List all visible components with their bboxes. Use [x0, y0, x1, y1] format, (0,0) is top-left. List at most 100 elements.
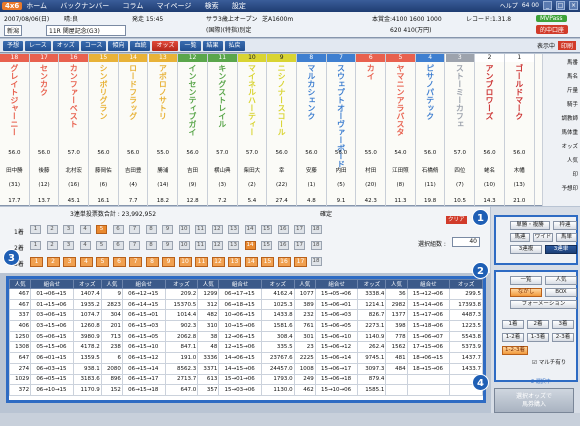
results-header[interactable]: 人気 [293, 279, 316, 289]
results-header[interactable]: オッズ [449, 279, 483, 289]
table-row[interactable]: 647 06→01→15 1359.5 6 06→15→12 191.0 3336 14→06… [8, 352, 483, 364]
selector-1-16[interactable]: 16 [277, 225, 289, 234]
axis-3rd[interactable]: 3着 [552, 320, 574, 329]
axis-1-2-3[interactable]: 1-2-3着 [502, 346, 528, 355]
selector-3-17[interactable]: 17 [294, 257, 307, 267]
selector-2-3[interactable]: 3 [63, 241, 74, 250]
horse-name[interactable]: シンボリグラン [98, 64, 109, 120]
results-header[interactable]: 組合せ [406, 279, 451, 289]
tool-button-race[interactable]: レース [25, 40, 51, 51]
selector-3-1[interactable]: 1 [30, 257, 43, 267]
selector-3-18[interactable]: 18 [310, 257, 322, 266]
table-row[interactable]: 1029 06→05→15 3183.6 896 06→15→17 2713.7 613 15… [8, 373, 483, 386]
horse-column[interactable]: 4 ピサノパテック 56.0 石橋脩 (11) 19.8 [415, 54, 446, 206]
tool-button-odds[interactable]: オッズ [52, 40, 79, 51]
horse-name[interactable]: センカク [39, 64, 50, 96]
selector-2-15[interactable]: 15 [261, 241, 272, 250]
minimize-icon[interactable]: _ [543, 1, 552, 10]
horse-name[interactable]: ニシノナースコール [276, 64, 287, 136]
print-button[interactable]: 印刷 [557, 41, 576, 50]
method-list[interactable]: 一覧 [510, 276, 542, 285]
horse-column[interactable]: 13 アポロノサトリ 55.0 勝浦 (14) 18.2 [148, 54, 179, 206]
horse-name[interactable]: カイ [365, 64, 376, 80]
horse-column[interactable]: 14 ロードフラッグ 56.0 吉田豊 (4) 7.7 [118, 54, 149, 206]
selector-3-4[interactable]: 4 [79, 257, 93, 267]
selector-1-15[interactable]: 15 [261, 225, 272, 234]
tool-button-trend[interactable]: 傾向 [108, 40, 129, 51]
selector-1-11[interactable]: 11 [195, 225, 206, 234]
horse-column[interactable]: 7 スウェプトオーヴァーボード 56.0 内田 (5) 9.1 [326, 54, 357, 206]
selector-3-10[interactable]: 10 [178, 257, 192, 267]
help-link[interactable]: ヘルプ [500, 1, 518, 10]
selector-2-6[interactable]: 6 [112, 241, 124, 250]
tool-button-result[interactable]: 結果 [202, 40, 223, 51]
selector-3-16[interactable]: 16 [277, 257, 291, 267]
axis-2nd[interactable]: 2着 [527, 320, 549, 329]
bet-wakuren[interactable]: 枠連 [553, 221, 577, 230]
horse-column[interactable]: 5 ヤマニンアラバスタ 54.0 江田照 (8) 11.3 [386, 54, 416, 206]
bet-tansho-fukusho[interactable]: 単勝・複勝 [510, 221, 550, 230]
selector-1-3[interactable]: 3 [63, 225, 74, 234]
results-header[interactable]: オッズ [164, 279, 199, 289]
menu-mypage[interactable]: マイページ [157, 2, 192, 10]
tool-button-yoso[interactable]: 予想 [3, 40, 24, 51]
selector-1-12[interactable]: 12 [211, 225, 223, 234]
clear-button[interactable]: クリア [446, 216, 467, 224]
results-header[interactable]: 組合せ [121, 279, 166, 289]
selector-1-10[interactable]: 10 [178, 225, 190, 234]
horse-name[interactable]: アンブロワーズ [484, 64, 495, 120]
selector-1-13[interactable]: 13 [228, 225, 239, 234]
maximize-icon[interactable]: □ [556, 1, 565, 10]
selector-2-16[interactable]: 16 [277, 241, 289, 250]
horse-name[interactable]: ゴールドマーク [514, 64, 525, 120]
results-header[interactable]: 人気 [197, 279, 220, 289]
results-header[interactable]: 人気 [100, 279, 123, 289]
horse-name[interactable]: マイネルハーティー [246, 64, 257, 136]
selector-2-12[interactable]: 12 [211, 241, 223, 250]
axis-1-2[interactable]: 1-2着 [502, 333, 524, 342]
results-header[interactable]: 組合せ [314, 279, 359, 289]
selector-3-8[interactable]: 8 [145, 257, 159, 267]
tool-button-odds-active[interactable]: オッズ [152, 40, 179, 51]
menu-search[interactable]: 検索 [205, 2, 219, 10]
method-formation[interactable]: フォーメーション [510, 300, 577, 309]
horse-column[interactable]: 9 ニシノナースコール 56.0 幸 (22) 27.4 [267, 54, 297, 206]
results-header[interactable]: 人気 [8, 279, 32, 289]
axis-2-3[interactable]: 2-3着 [552, 333, 574, 342]
selector-2-7[interactable]: 7 [129, 241, 140, 250]
selector-1-18[interactable]: 18 [310, 225, 322, 234]
multi-checkbox[interactable]: ☑ マルチ有り [532, 358, 566, 366]
table-row[interactable]: 337 03→06→15 1074.7 304 06→15→01 1014.4 482 10→… [8, 309, 483, 322]
selector-1-7[interactable]: 7 [129, 225, 140, 234]
bet-sanrenpuku[interactable]: 3連複 [510, 245, 542, 254]
selector-1-2[interactable]: 2 [46, 225, 58, 234]
horse-column[interactable]: 11 キングストレイル 57.0 横山典 (3) 7.2 [207, 54, 238, 206]
horse-column[interactable]: 15 シンボリグラン 56.0 藤岡佑 (6) 16.1 [89, 54, 119, 206]
table-row[interactable]: 1308 05→15→06 4178.2 238 06→15→10 847.1 48 12→1… [8, 341, 483, 354]
bet-umaren[interactable]: 馬連 [510, 233, 530, 242]
selector-3-14[interactable]: 14 [244, 257, 258, 267]
horse-name[interactable]: インセンティブガイ [187, 64, 198, 136]
results-header[interactable]: オッズ [260, 279, 295, 289]
horse-name[interactable]: ヤマニンアラバスタ [395, 64, 406, 136]
method-nagashi[interactable]: ながし [510, 288, 542, 297]
selector-3-7[interactable]: 7 [129, 257, 142, 267]
results-header[interactable]: 人気 [385, 279, 408, 289]
horse-name[interactable]: ピサノパテック [425, 64, 436, 120]
horse-name[interactable]: キングストレイル [217, 64, 228, 128]
tool-button-course[interactable]: コース [80, 40, 107, 51]
tool-button-list[interactable]: 一覧 [180, 40, 201, 51]
selector-1-17[interactable]: 17 [294, 225, 305, 234]
mvpass-badge[interactable]: MVPass [536, 15, 567, 22]
axis-1st[interactable]: 1着 [502, 320, 524, 329]
results-header[interactable]: オッズ [357, 279, 387, 289]
horse-name[interactable]: ストーミーカフェ [454, 64, 465, 128]
selector-1-5[interactable]: 5 [96, 225, 107, 234]
method-popular[interactable]: 人気 [545, 276, 577, 285]
menu-column[interactable]: コラム [123, 2, 144, 10]
table-row[interactable]: 274 06→03→15 938.1 2080 06→15→14 8562.3 3371 14… [8, 362, 483, 375]
selector-3-11[interactable]: 11 [195, 257, 208, 267]
selector-1-14[interactable]: 14 [244, 225, 256, 234]
close-icon[interactable]: × [569, 1, 578, 10]
selector-2-2[interactable]: 2 [46, 241, 58, 250]
